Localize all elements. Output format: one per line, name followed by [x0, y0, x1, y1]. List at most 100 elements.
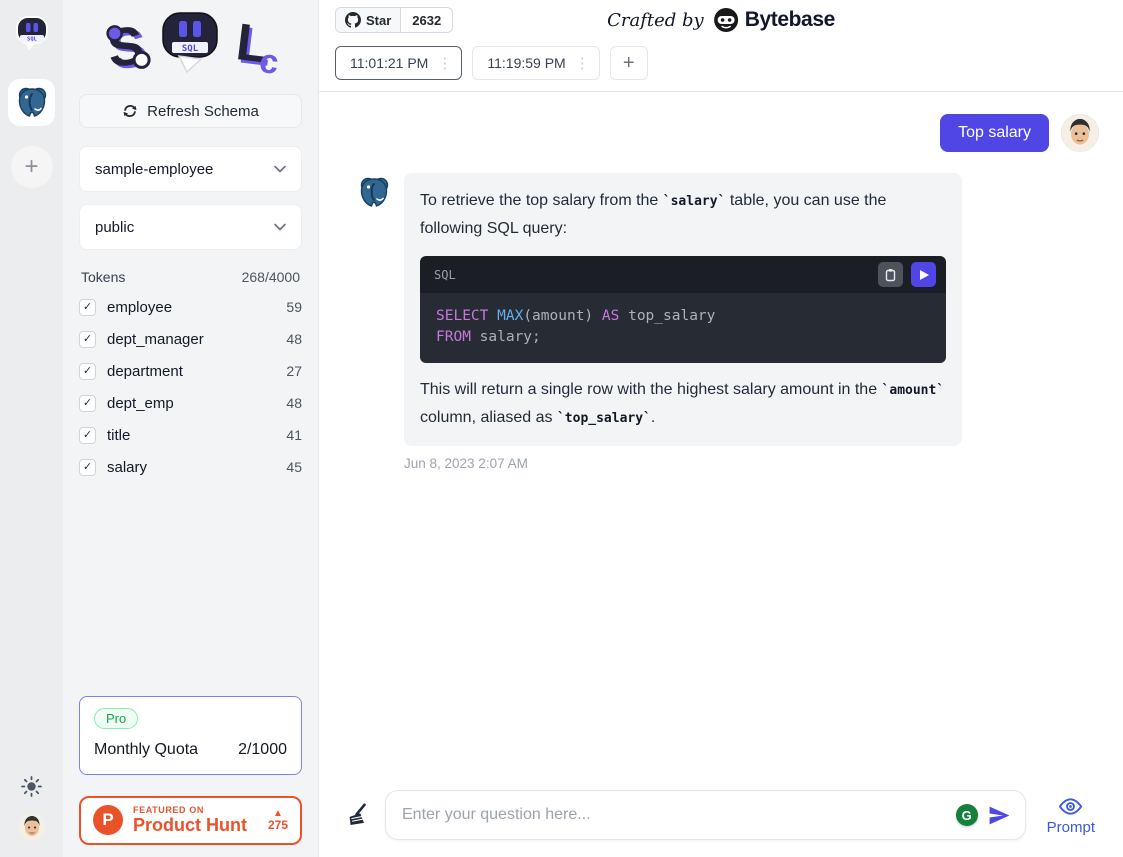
table-checkbox[interactable]: ✓ — [79, 459, 96, 476]
sqlchat-logo-art: S S SQL L L c — [93, 9, 289, 83]
table-name: department — [107, 363, 183, 380]
question-input[interactable] — [402, 806, 956, 824]
product-hunt-logo: P — [93, 805, 123, 835]
table-row-title[interactable]: ✓ title 41 — [79, 419, 302, 451]
conversation-tabbar: 11:01:21 PM ⋮ 11:19:59 PM ⋮ + — [319, 40, 1123, 91]
send-icon — [987, 803, 1012, 828]
copy-code-button[interactable] — [878, 262, 903, 287]
table-token-count: 41 — [286, 427, 302, 443]
database-select-value: sample-employee — [95, 161, 213, 178]
postgresql-elephant-icon — [15, 86, 49, 120]
tab-menu-icon[interactable]: ⋮ — [437, 54, 452, 72]
table-name: employee — [107, 299, 172, 316]
grammarly-icon[interactable]: G — [956, 804, 978, 826]
table-row-department[interactable]: ✓ department 27 — [79, 355, 302, 387]
crafted-by: Crafted by Bytebase — [607, 7, 835, 33]
chat-messages-area: Top salary — [319, 92, 1123, 776]
chevron-down-icon — [274, 165, 286, 173]
theme-sun-icon[interactable] — [21, 776, 42, 797]
connection-postgres-selected[interactable] — [8, 79, 55, 126]
user-message-bubble: Top salary — [940, 114, 1049, 152]
run-query-button[interactable] — [911, 262, 936, 287]
schema-select[interactable]: public — [79, 204, 302, 250]
assistant-message-bubble: To retrieve the top salary from the `sal… — [404, 173, 962, 446]
refresh-schema-button[interactable]: Refresh Schema — [79, 94, 302, 128]
star-label: Star — [366, 13, 391, 28]
connection-sidebar: S S SQL L L c — [63, 0, 319, 857]
table-checkbox[interactable]: ✓ — [79, 363, 96, 380]
bytebase-logo-icon — [713, 7, 739, 33]
user-avatar-small[interactable] — [18, 813, 46, 841]
table-row-dept-manager[interactable]: ✓ dept_manager 48 — [79, 323, 302, 355]
table-row-salary[interactable]: ✓ salary 45 — [79, 451, 302, 483]
outro-text: This will return a single row with the h… — [420, 381, 882, 398]
refresh-icon — [122, 103, 138, 119]
robot-head-icon: SQL — [12, 13, 52, 53]
code-block-header: SQL — [420, 256, 946, 293]
refresh-schema-label: Refresh Schema — [147, 103, 259, 120]
add-connection-button[interactable]: + — [11, 146, 53, 188]
conversation-tab-active[interactable]: 11:01:21 PM ⋮ — [335, 46, 462, 80]
user-message-row: Top salary — [357, 114, 1099, 152]
tab-label: 11:19:59 PM — [487, 55, 565, 71]
inline-code-salary: `salary` — [663, 194, 726, 209]
send-button[interactable] — [987, 803, 1012, 828]
svg-text:SQL: SQL — [181, 44, 198, 54]
table-token-count: 48 — [286, 331, 302, 347]
sql-keyword: AS — [602, 308, 619, 324]
assistant-paragraph-intro: To retrieve the top salary from the `sal… — [420, 187, 946, 243]
user-face-icon — [1062, 115, 1098, 151]
chat-main: Star 2632 Crafted by Bytebase 11:01:21 P… — [319, 0, 1123, 857]
composer-bar: G Prompt — [319, 776, 1123, 857]
table-row-dept-emp[interactable]: ✓ dept_emp 48 — [79, 387, 302, 419]
quota-usage: 2/1000 — [238, 741, 287, 759]
table-token-count: 45 — [286, 459, 302, 475]
new-conversation-button[interactable]: + — [610, 46, 648, 80]
table-token-count: 27 — [286, 363, 302, 379]
conversation-tab[interactable]: 11:19:59 PM ⋮ — [472, 46, 599, 80]
rail-bottom-group — [18, 776, 46, 841]
tokens-usage: 268/4000 — [242, 269, 300, 285]
product-hunt-text: FEATURED ON Product Hunt — [133, 805, 247, 836]
clear-conversation-button[interactable] — [345, 802, 372, 829]
sql-keyword: SELECT — [436, 308, 497, 324]
table-checkbox[interactable]: ✓ — [79, 427, 96, 444]
table-token-count: 48 — [286, 395, 302, 411]
bytebase-brand[interactable]: Bytebase — [713, 7, 835, 33]
pro-plan-badge: Pro — [94, 708, 138, 729]
tab-menu-icon[interactable]: ⋮ — [575, 54, 590, 72]
bytebase-brand-name: Bytebase — [745, 8, 835, 32]
table-name: salary — [107, 459, 147, 476]
inline-code-amount: `amount` — [882, 383, 945, 398]
outro-text-end: . — [651, 409, 655, 426]
sql-code-block: SQL — [420, 256, 946, 363]
inline-code-top-salary: `top_salary` — [557, 411, 651, 426]
star-left-segment: Star — [336, 8, 401, 32]
play-icon — [920, 270, 929, 280]
user-avatar — [1061, 114, 1099, 152]
table-name: dept_manager — [107, 331, 204, 348]
table-name: title — [107, 427, 130, 444]
table-checkbox[interactable]: ✓ — [79, 395, 96, 412]
table-checkbox[interactable]: ✓ — [79, 299, 96, 316]
table-name: dept_emp — [107, 395, 174, 412]
star-count: 2632 — [401, 8, 452, 32]
quota-card: Pro Monthly Quota 2/1000 — [79, 696, 302, 775]
table-checkbox[interactable]: ✓ — [79, 331, 96, 348]
postgresql-elephant-icon — [357, 176, 391, 210]
github-star-button[interactable]: Star 2632 — [335, 7, 453, 33]
message-timestamp: Jun 8, 2023 2:07 AM — [404, 456, 1099, 471]
table-row-employee[interactable]: ✓ employee 59 — [79, 291, 302, 323]
sqlchat-bot-avatar[interactable]: SQL — [12, 13, 52, 53]
sql-keyword: FROM — [436, 329, 471, 345]
database-select[interactable]: sample-employee — [79, 146, 302, 192]
product-hunt-badge[interactable]: P FEATURED ON Product Hunt ▲ 275 — [79, 796, 302, 845]
outro-text-mid: column, aliased as — [420, 409, 557, 426]
sql-text: (amount) — [523, 308, 602, 324]
chevron-down-icon — [274, 223, 286, 231]
tokens-header: Tokens 268/4000 — [81, 269, 300, 285]
quota-label: Monthly Quota — [94, 741, 198, 759]
prompt-button[interactable]: Prompt — [1039, 795, 1109, 836]
eye-icon — [1058, 795, 1083, 818]
code-body: SELECT MAX(amount) AS top_salary FROM sa… — [420, 293, 946, 363]
